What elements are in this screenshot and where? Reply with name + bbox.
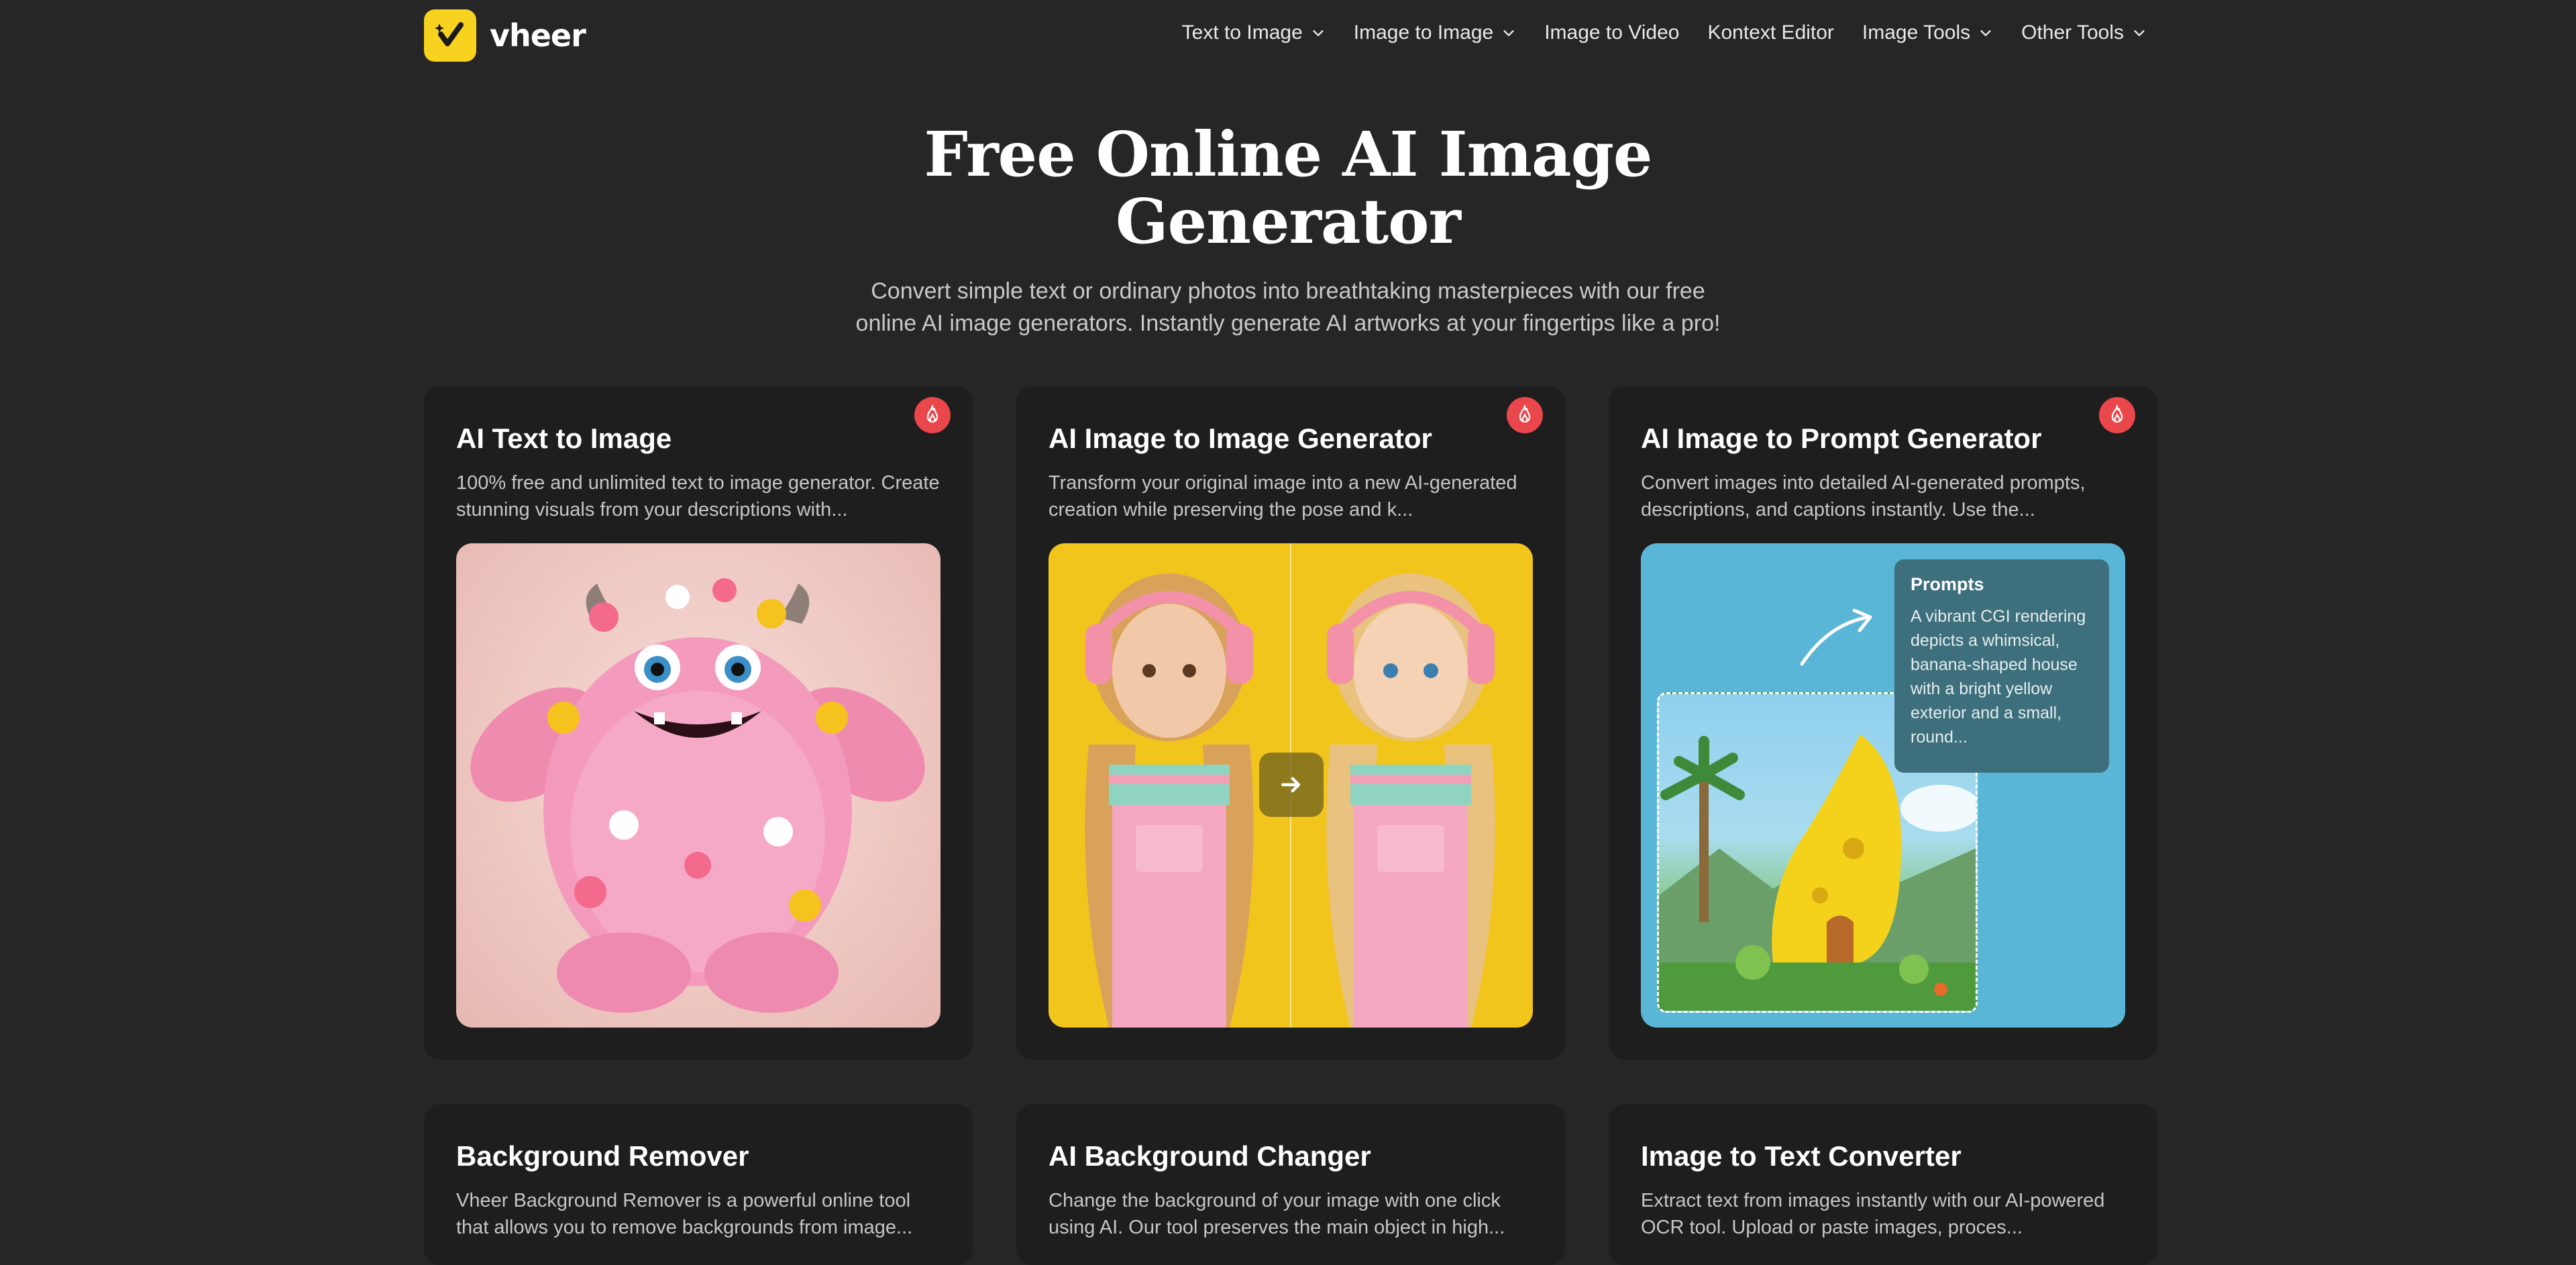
hero-subtitle: Convert simple text or ordinary photos i… [855, 278, 1721, 336]
chevron-down-icon [2134, 30, 2145, 36]
prompt-box-text: A vibrant CGI rendering depicts a whimsi… [1911, 607, 2086, 747]
nav-other-tools[interactable]: Other Tools [2021, 21, 2147, 44]
nav-label: Other Tools [2021, 21, 2124, 44]
card-description: 100% free and unlimited text to image ge… [456, 472, 940, 520]
card-ai-image-to-image[interactable]: AI Image to Image Generator Transform yo… [1016, 386, 1565, 1060]
brand-name: vheer [490, 17, 586, 54]
chevron-down-icon [1503, 30, 1514, 36]
nav-label: Image to Image [1353, 21, 1494, 44]
site-header: vheer Text to Image Image to Image Image… [0, 0, 2576, 74]
fire-icon [914, 397, 951, 433]
fire-icon [1507, 397, 1543, 433]
card-title: AI Image to Prompt Generator [1641, 423, 2042, 454]
card-description: Convert images into detailed AI-generate… [1641, 472, 2086, 520]
nav-label: Image to Video [1544, 21, 1680, 44]
card-description: Vheer Background Remover is a powerful o… [456, 1190, 913, 1238]
card-description: Change the background of your image with… [1049, 1190, 1505, 1238]
card-title: AI Background Changer [1049, 1140, 1371, 1172]
card-title: Image to Text Converter [1641, 1140, 1962, 1172]
card-background-remover[interactable]: Background Remover Vheer Background Remo… [424, 1104, 973, 1265]
chevron-down-icon [1313, 30, 1324, 36]
card-title: AI Text to Image [456, 423, 672, 454]
page-title: Free Online AI Image Generator [924, 118, 1653, 258]
nav-label: Image Tools [1862, 21, 1971, 44]
nav-label: Kontext Editor [1707, 21, 1834, 44]
prompt-box-title: Prompts [1911, 574, 1984, 594]
girls-comparison-image [1049, 543, 1533, 1028]
banana-house-image: Prompts A vibrant CGI rendering depicts … [1641, 543, 2125, 1028]
chevron-down-icon [1980, 30, 1991, 36]
nav-image-tools[interactable]: Image Tools [1862, 21, 1993, 44]
card-description: Transform your original image into a new… [1049, 472, 1517, 520]
logo-mark-icon [424, 9, 476, 62]
card-ai-background-changer[interactable]: AI Background Changer Change the backgro… [1016, 1104, 1565, 1265]
card-image-to-text[interactable]: Image to Text Converter Extract text fro… [1609, 1104, 2157, 1265]
card-title: Background Remover [456, 1140, 749, 1172]
nav-kontext-editor[interactable]: Kontext Editor [1707, 21, 1833, 44]
main-nav: Text to Image Image to Image Image to Vi… [1182, 21, 2147, 44]
card-ai-text-to-image[interactable]: AI Text to Image 100% free and unlimited… [424, 386, 973, 1060]
hero-section: Free Online AI Image Generator Convert s… [0, 121, 2576, 339]
nav-image-to-video[interactable]: Image to Video [1544, 21, 1679, 44]
card-title: AI Image to Image Generator [1049, 423, 1432, 454]
prompt-result-box: Prompts A vibrant CGI rendering depicts … [1894, 559, 2109, 773]
tool-cards-grid: AI Text to Image 100% free and unlimited… [424, 386, 2157, 1265]
pink-monster-image [456, 543, 941, 1028]
card-ai-image-to-prompt[interactable]: AI Image to Prompt Generator Convert ima… [1609, 386, 2157, 1060]
brand-logo[interactable]: vheer [424, 9, 586, 62]
card-description: Extract text from images instantly with … [1641, 1190, 2105, 1238]
arrow-right-icon[interactable] [1259, 753, 1324, 817]
fire-icon [2099, 397, 2135, 433]
nav-text-to-image[interactable]: Text to Image [1182, 21, 1326, 44]
nav-image-to-image[interactable]: Image to Image [1354, 21, 1516, 44]
nav-label: Text to Image [1181, 21, 1303, 44]
